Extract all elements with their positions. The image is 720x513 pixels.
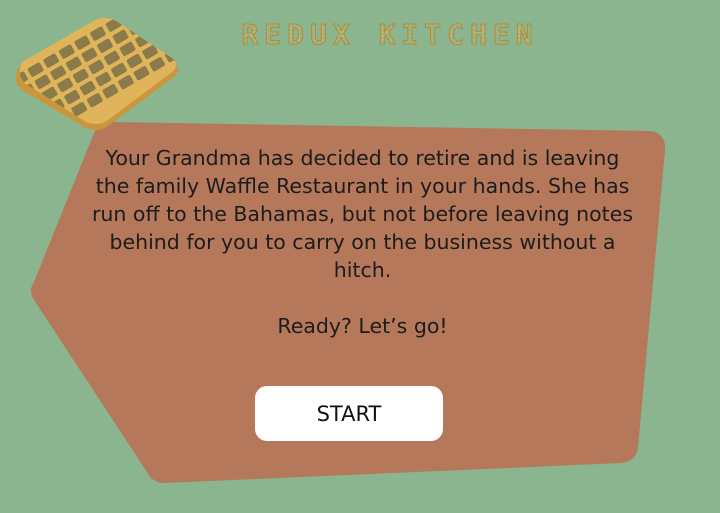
story-gap bbox=[90, 284, 635, 312]
start-button[interactable]: START bbox=[255, 386, 443, 441]
game-title-text: REDUX KITCHEN bbox=[241, 18, 539, 52]
ready-prompt: Ready? Let’s go! bbox=[277, 314, 448, 338]
game-title: REDUX KITCHEN bbox=[0, 18, 720, 52]
intro-text: Your Grandma has decided to retire and i… bbox=[90, 144, 635, 340]
story-text: Your Grandma has decided to retire and i… bbox=[91, 146, 634, 282]
